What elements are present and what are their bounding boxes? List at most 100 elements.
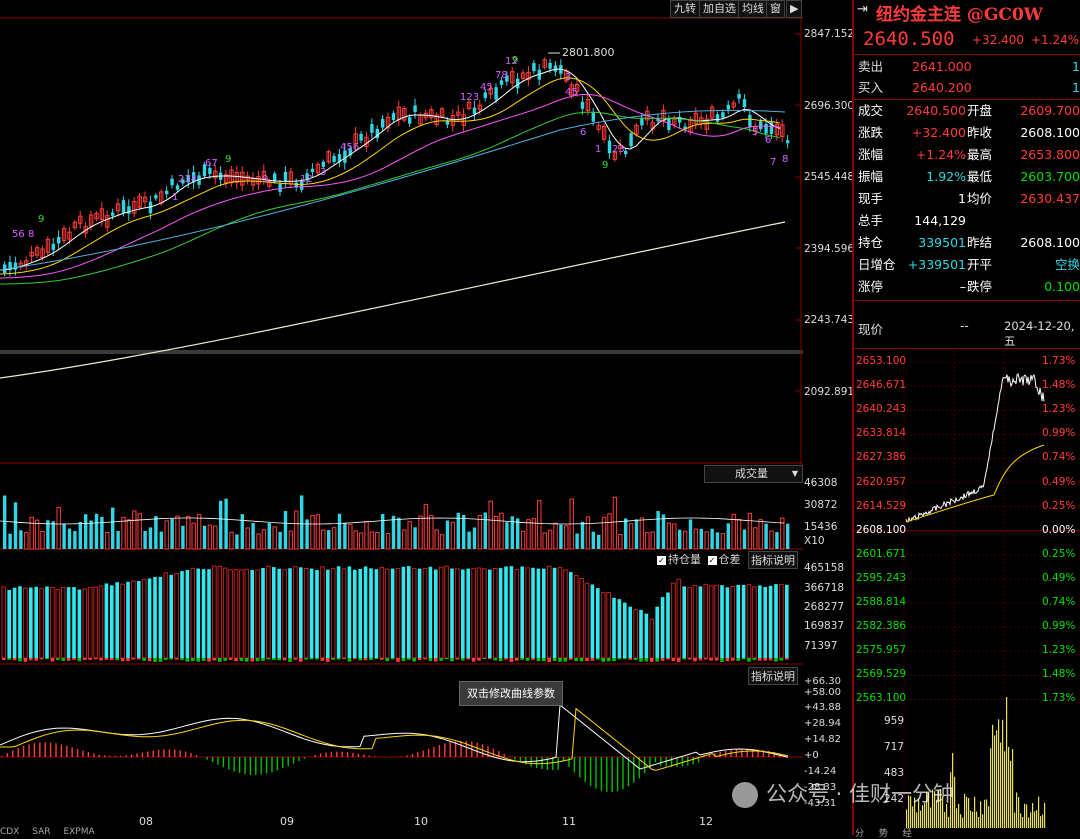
- oi-checkbox[interactable]: ✓ 持仓量: [657, 553, 701, 566]
- intraday-vol-bar: [962, 817, 964, 828]
- oi-bar: [39, 587, 44, 659]
- diff-checkbox[interactable]: ✓ 仓差: [707, 553, 741, 566]
- oi-bar: [207, 569, 211, 658]
- tab-sar[interactable]: SAR: [32, 827, 50, 837]
- oi-bar: [66, 587, 71, 658]
- volume-bar: [251, 523, 255, 549]
- oi-bar: [12, 587, 17, 658]
- volume-bar: [445, 520, 450, 549]
- oi-bar: [461, 569, 465, 658]
- quote-arrow-icon[interactable]: ⇥: [857, 2, 868, 17]
- y-label: 2394.596: [804, 243, 855, 255]
- oi-diff-bar: [450, 658, 454, 662]
- volume-bar: [753, 527, 758, 550]
- intraday-vol-bar: [996, 730, 998, 828]
- volume-bar: [46, 520, 50, 549]
- oi-bar: [18, 586, 22, 658]
- oi-bar: [573, 574, 579, 659]
- volume-bar: [196, 514, 202, 550]
- buy-label: 买入: [858, 80, 884, 95]
- quote-row-label: 涨幅: [858, 147, 884, 162]
- oi-diff-bar: [628, 658, 632, 660]
- nine-turn-digit: 56: [12, 229, 25, 240]
- oi-bar: [45, 586, 49, 658]
- open-interest-panel[interactable]: [0, 550, 803, 665]
- quote-row-value: 0.100: [1044, 279, 1080, 294]
- sell-row[interactable]: 卖出 2641.000 1: [855, 56, 1080, 77]
- quote-row-label: 昨结: [967, 235, 993, 250]
- oi-bar: [492, 568, 498, 659]
- oi-diff-bar: [768, 658, 773, 661]
- volume-bar: [369, 531, 375, 550]
- nine-turn-button[interactable]: 九转: [670, 0, 700, 18]
- candle-body: [494, 87, 498, 100]
- oi-bar: [390, 568, 395, 658]
- oi-bar: [395, 567, 401, 659]
- buy-row[interactable]: 买入 2640.200 1: [855, 77, 1080, 98]
- intraday-price-label: 2563.100: [856, 692, 907, 705]
- oi-bar: [244, 568, 250, 659]
- ma-button[interactable]: 均线: [738, 0, 768, 18]
- candle-body: [548, 62, 552, 69]
- ma-line: [0, 68, 781, 271]
- oi-diff-bar: [698, 658, 703, 661]
- oi-bar: [303, 568, 309, 659]
- macd-y-label: +43.88: [804, 702, 842, 713]
- oi-bar: [29, 587, 33, 658]
- intraday-vol-label: 959: [884, 715, 905, 727]
- tab-expma[interactable]: EXPMA: [63, 827, 94, 837]
- nine-turn-digit: 78: [495, 70, 508, 81]
- oi-diff-bar: [212, 658, 217, 661]
- macd-panel[interactable]: [0, 665, 803, 813]
- volume-bar: [710, 528, 714, 549]
- volume-bar: [413, 527, 417, 549]
- candle-body: [111, 212, 115, 216]
- intraday-vol-bar: [912, 806, 914, 828]
- intraday-chart[interactable]: [854, 350, 1080, 835]
- volume-bar: [159, 531, 163, 549]
- quote-row-label: 最低: [967, 169, 993, 184]
- candle-body: [764, 124, 768, 134]
- tab-econ[interactable]: 经: [903, 829, 912, 839]
- volume-selector[interactable]: 成交量 ▼: [704, 465, 803, 483]
- tab-cdx[interactable]: CDX: [0, 827, 19, 837]
- oi-bar: [666, 592, 670, 658]
- quote-row-label: 持仓: [858, 235, 884, 250]
- oi-bar: [628, 606, 632, 658]
- oi-diff-bar: [255, 658, 260, 662]
- oi-bar: [7, 589, 11, 658]
- oi-bar: [120, 583, 125, 659]
- oi-bar: [384, 568, 390, 659]
- oi-diff-bar: [196, 658, 200, 662]
- volume-bar: [747, 512, 753, 550]
- volume-bar: [56, 507, 61, 550]
- volume-bar: [553, 522, 558, 550]
- candle-body: [580, 101, 585, 109]
- tab-minute[interactable]: 分: [855, 829, 864, 839]
- oi-bar: [536, 568, 541, 658]
- intraday-price-label: 2608.100: [856, 523, 907, 536]
- quote-row-label: 昨收: [967, 125, 993, 140]
- oi-explain-button[interactable]: 指标说明: [748, 551, 798, 569]
- intraday-vol-bar: [1012, 749, 1014, 828]
- oi-y-label: 169837: [804, 620, 845, 632]
- main-chart-area[interactable]: 56 8 234 67 1 123 45 78 12 3 45 6 1 23 5 6 7 8 9 12 3 456 9 9 9 9…: [0, 0, 803, 465]
- tab-trend[interactable]: 势: [879, 829, 888, 839]
- nine-turn-digit: 456: [340, 142, 359, 153]
- add-watchlist-button[interactable]: 加自选: [699, 0, 740, 18]
- volume-bar: [769, 530, 774, 550]
- volume-panel[interactable]: [0, 465, 803, 550]
- oi-bar: [82, 588, 88, 659]
- oi-bar: [320, 566, 325, 659]
- oi-bar: [239, 569, 244, 659]
- volume-bar: [742, 529, 747, 549]
- collapse-arrow-icon[interactable]: ▶: [786, 0, 803, 18]
- oi-bar: [185, 569, 190, 658]
- volume-bar: [375, 531, 380, 550]
- macd-explain-button[interactable]: 指标说明: [748, 667, 798, 685]
- intraday-vol-bar: [948, 816, 950, 828]
- oi-diff-bar: [158, 658, 163, 662]
- candle-body: [786, 140, 790, 144]
- window-button[interactable]: 窗: [766, 0, 785, 18]
- intraday-vol-bar: [994, 735, 996, 828]
